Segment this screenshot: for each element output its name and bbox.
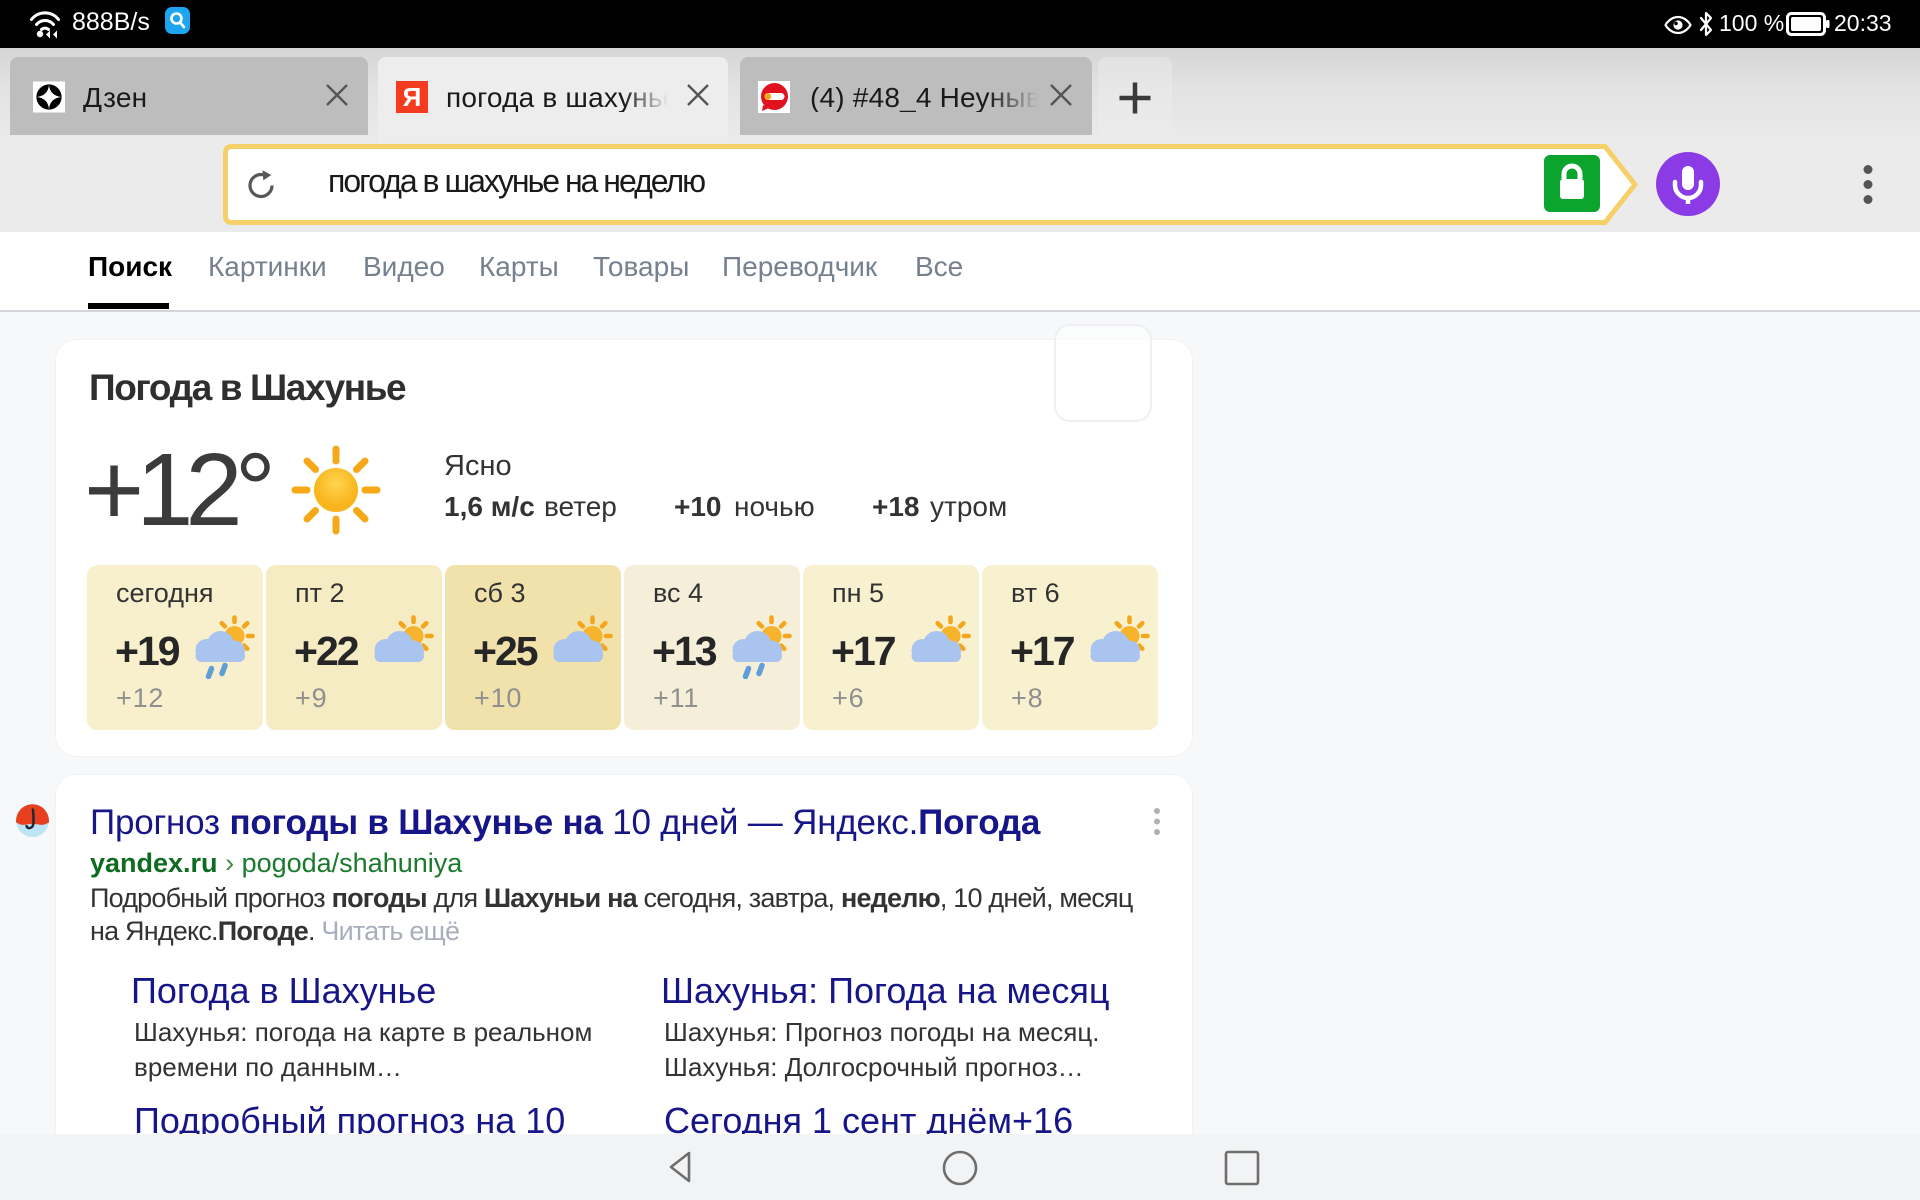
svg-text:Я: Я (403, 82, 422, 112)
